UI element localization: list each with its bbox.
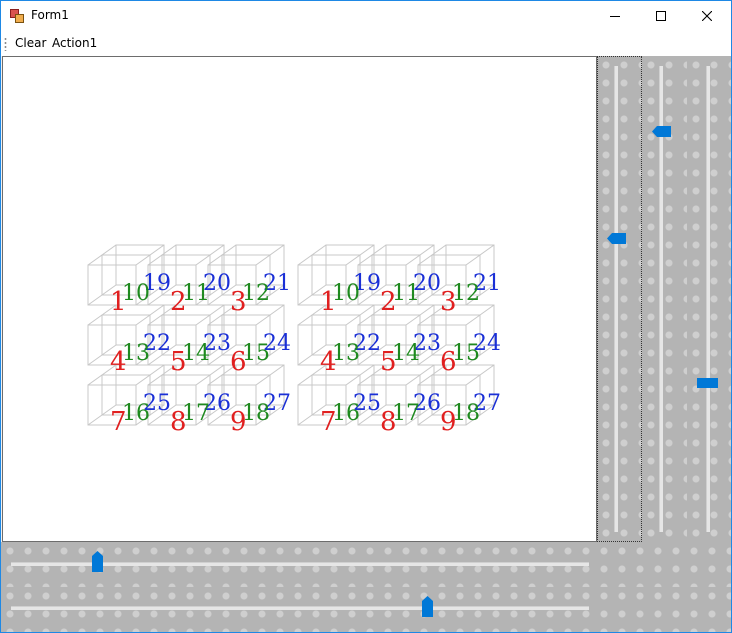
label-front: 3 xyxy=(440,287,457,317)
app-window: Form1 Clear Action1 19 10 1 20 11 2 21 12 3 22 13 4… xyxy=(0,0,732,633)
trackbar-horizontal-1-zone[interactable] xyxy=(1,542,731,587)
title-bar[interactable]: Form1 xyxy=(1,1,731,31)
trackbar-vertical-3-track[interactable] xyxy=(706,66,710,532)
trackbar-horizontal-2-track[interactable] xyxy=(11,606,589,610)
label-front: 8 xyxy=(170,407,187,437)
label-front: 2 xyxy=(380,287,397,317)
trackbar-vertical-3-zone[interactable] xyxy=(687,56,731,542)
label-front: 7 xyxy=(320,407,337,437)
label-front: 6 xyxy=(230,347,247,377)
drawing-canvas[interactable]: 19 10 1 20 11 2 21 12 3 22 13 4 23 14 5 24 15 6 25 16 7 26 17 8… xyxy=(2,56,597,542)
maximize-icon xyxy=(656,11,666,21)
trackbar-vertical-2-zone[interactable] xyxy=(642,56,687,542)
cube-scene: 1910120112211232213423145241562516726178… xyxy=(87,244,501,437)
menu-bar: Clear Action1 xyxy=(1,31,731,56)
cube-grid-1: 1910120112211232213423145241562516726178… xyxy=(87,244,291,437)
trackbar-vertical-3-thumb[interactable] xyxy=(697,373,718,392)
trackbar-vertical-1-zone[interactable] xyxy=(597,56,642,542)
trackbar-horizontal-2-zone[interactable] xyxy=(1,587,731,632)
label-front: 4 xyxy=(320,347,337,377)
label-front: 4 xyxy=(110,347,127,377)
close-icon xyxy=(702,11,712,21)
label-front: 7 xyxy=(110,407,127,437)
label-front: 5 xyxy=(380,347,397,377)
label-front: 3 xyxy=(230,287,247,317)
trackbar-vertical-2-thumb[interactable] xyxy=(652,122,671,141)
label-front: 9 xyxy=(440,407,457,437)
minimize-button[interactable] xyxy=(592,1,638,31)
trackbar-vertical-1-track[interactable] xyxy=(614,66,618,532)
trackbar-vertical-1-thumb[interactable] xyxy=(607,229,626,248)
label-front: 8 xyxy=(380,407,397,437)
label-front: 1 xyxy=(110,287,127,317)
label-front: 1 xyxy=(320,287,337,317)
minimize-icon xyxy=(610,16,620,17)
cube-grid-2: 1910120112211232213423145241562516726178… xyxy=(297,244,501,437)
maximize-button[interactable] xyxy=(638,1,684,31)
label-front: 9 xyxy=(230,407,247,437)
menu-item-clear[interactable]: Clear xyxy=(15,36,46,50)
label-front: 6 xyxy=(440,347,457,377)
label-front: 5 xyxy=(170,347,187,377)
menu-item-action1[interactable]: Action1 xyxy=(52,36,97,50)
trackbar-horizontal-1-thumb[interactable] xyxy=(92,551,104,576)
window-title: Form1 xyxy=(31,8,69,22)
close-button[interactable] xyxy=(684,1,730,31)
toolstrip-grip-icon[interactable] xyxy=(4,37,7,51)
label-front: 2 xyxy=(170,287,187,317)
app-icon xyxy=(10,9,24,23)
trackbar-horizontal-2-thumb[interactable] xyxy=(421,596,433,621)
